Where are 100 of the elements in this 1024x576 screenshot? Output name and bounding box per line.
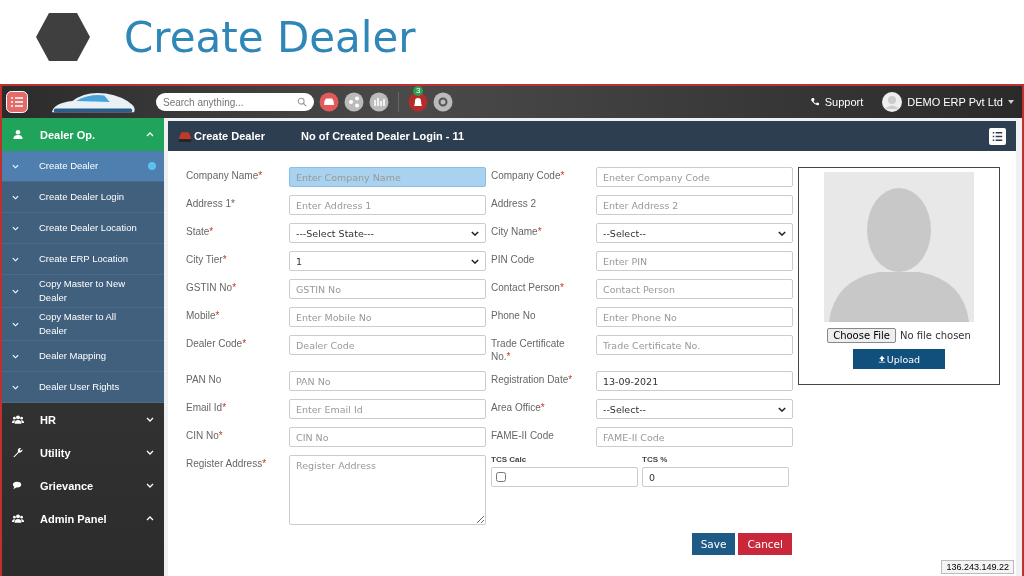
caret-icon[interactable]	[1008, 100, 1014, 104]
file-status: No file chosen	[900, 330, 971, 341]
dealer-login-count: No of Created Dealer Login - 11	[301, 130, 465, 142]
sidebar-item[interactable]: Create Dealer Location	[2, 213, 164, 244]
text-area[interactable]: Register Address	[289, 455, 486, 525]
sidebar-item[interactable]: Dealer Mapping	[2, 341, 164, 372]
chevron-icon	[12, 225, 19, 231]
bell-icon[interactable]	[408, 92, 428, 112]
input-field[interactable]: 13-09-2021	[596, 371, 793, 391]
checkbox[interactable]	[496, 472, 506, 482]
list-icon[interactable]	[989, 127, 1006, 145]
users-icon	[12, 513, 24, 524]
input-field[interactable]: GSTIN No	[289, 279, 486, 299]
active-dot	[148, 162, 156, 170]
users-icon	[12, 414, 24, 425]
avatar-icon[interactable]	[882, 92, 903, 112]
field-label: FAME-II Code	[491, 429, 555, 442]
chevron-icon	[778, 406, 786, 412]
slide-title: Create Dealer	[124, 12, 416, 62]
field-label: GSTIN No*	[186, 281, 238, 294]
field-label: PAN No	[186, 373, 223, 386]
chevron-icon	[12, 353, 19, 359]
sidebar-section[interactable]: HR	[2, 403, 164, 436]
field-label: CIN No*	[186, 429, 224, 442]
sidebar-item[interactable]: Copy Master to All Dealer	[2, 308, 164, 341]
select-field[interactable]: --Select--	[596, 399, 793, 419]
input-field[interactable]: Dealer Code	[289, 335, 486, 355]
input-field[interactable]: Enter PIN	[596, 251, 793, 271]
chevron-icon	[12, 256, 19, 262]
select-field[interactable]: ---Select State---	[289, 223, 486, 243]
share-icon[interactable]	[344, 92, 364, 112]
chevron-icon	[471, 230, 479, 236]
menu-icon[interactable]	[6, 91, 28, 113]
select-field[interactable]: --Select--	[596, 223, 793, 243]
select-field[interactable]: 1	[289, 251, 486, 271]
field-label: Company Name*	[186, 169, 264, 182]
input-field[interactable]	[491, 467, 638, 487]
choose-file-button[interactable]: Choose File	[827, 328, 896, 343]
field-label: PIN Code	[491, 253, 536, 266]
sidebar-item[interactable]: Create ERP Location	[2, 244, 164, 275]
car-icon	[178, 129, 192, 143]
field-label: TCS %	[642, 455, 669, 464]
notification-badge: 3	[413, 86, 424, 96]
input-field[interactable]: Enter Email Id	[289, 399, 486, 419]
field-label: Email Id*	[186, 401, 228, 414]
field-label: City Tier*	[186, 253, 228, 266]
field-label: Phone No	[491, 309, 537, 322]
support-link[interactable]: Support	[824, 96, 864, 108]
chat-icon	[12, 480, 24, 491]
wrench-icon	[12, 447, 24, 458]
input-field[interactable]: FAME-II Code	[596, 427, 793, 447]
field-label: City Name*	[491, 225, 543, 238]
input-field[interactable]: PAN No	[289, 371, 486, 391]
field-label: Company Code*	[491, 169, 566, 182]
input-field[interactable]: Trade Certificate No.	[596, 335, 793, 355]
input-field[interactable]: 0	[642, 467, 789, 487]
input-field[interactable]: Enter Phone No	[596, 307, 793, 327]
input-field[interactable]: Enter Company Name	[289, 167, 486, 187]
input-field[interactable]: Eneter Company Code	[596, 167, 793, 187]
panel-title: Create Dealer	[194, 130, 266, 142]
search-field[interactable]: Search anything...	[156, 93, 314, 111]
chevron-icon	[12, 288, 19, 294]
input-field[interactable]: Enter Address 2	[596, 195, 793, 215]
field-label: Trade Certificate No.*	[491, 337, 566, 363]
sidebar-item[interactable]: Create Dealer Login	[2, 182, 164, 213]
sidebar-section[interactable]: Grievance	[2, 469, 164, 502]
sidebar-item[interactable]: Dealer User Rights	[2, 372, 164, 403]
sidebar-section[interactable]: Admin Panel	[2, 502, 164, 535]
sidebar-item[interactable]: Create Dealer	[2, 151, 164, 182]
chevron-icon	[12, 194, 19, 200]
upload-icon	[877, 355, 886, 363]
upload-button[interactable]: Upload	[853, 349, 945, 369]
search-icon	[297, 97, 307, 107]
field-label: Contact Person*	[491, 281, 565, 294]
input-field[interactable]: Enter Address 1	[289, 195, 486, 215]
field-label: TCS Calc	[491, 455, 528, 464]
car-icon[interactable]	[319, 92, 339, 112]
field-label: Area Office*	[491, 401, 546, 414]
field-label: Register Address*	[186, 457, 268, 470]
save-button[interactable]: Save	[691, 533, 736, 555]
phone-icon	[809, 97, 820, 107]
field-label: Dealer Code*	[186, 337, 248, 350]
chevron-icon	[12, 384, 19, 390]
user-menu[interactable]: DEMO ERP Pvt Ltd	[907, 96, 1003, 108]
cancel-button[interactable]: Cancel	[738, 533, 792, 555]
field-label: Registration Date*	[491, 373, 574, 386]
input-field[interactable]: CIN No	[289, 427, 486, 447]
field-label: Mobile*	[186, 309, 221, 322]
field-label: Address 1*	[186, 197, 236, 210]
field-label: State*	[186, 225, 215, 238]
input-field[interactable]: Contact Person	[596, 279, 793, 299]
field-label: Address 2	[491, 197, 538, 210]
chevron-icon	[471, 258, 479, 264]
input-field[interactable]: Enter Mobile No	[289, 307, 486, 327]
chevron-icon	[12, 163, 19, 169]
sidebar-section[interactable]: Utility	[2, 436, 164, 469]
person-silhouette-icon	[824, 172, 974, 322]
sidebar-item[interactable]: Copy Master to New Dealer	[2, 275, 164, 308]
chart-icon[interactable]	[369, 92, 389, 112]
gear-icon[interactable]	[433, 92, 453, 112]
